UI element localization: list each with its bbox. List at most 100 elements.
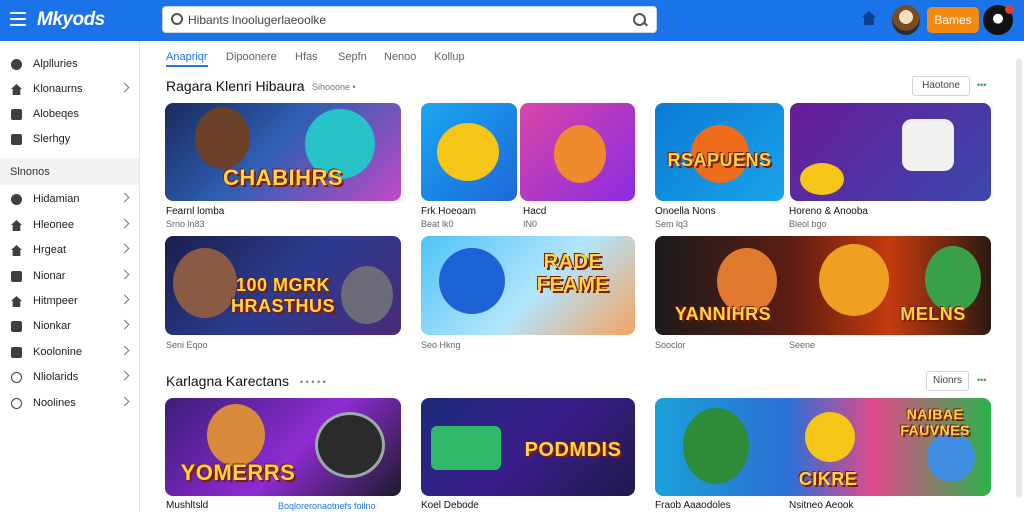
game-card[interactable] (421, 103, 517, 201)
section-button[interactable]: Nionrs (926, 371, 969, 391)
sidebar-item[interactable]: Alplluries (0, 54, 140, 76)
search-icon[interactable] (633, 13, 646, 26)
board-art (431, 426, 501, 470)
sidebar-item[interactable]: Noolines (0, 393, 140, 415)
helmet-art (315, 412, 385, 478)
chevron-right-icon (119, 319, 130, 330)
card-meta: Beat lk0 (421, 219, 454, 229)
tab[interactable]: Anapriqr (166, 51, 208, 63)
card-title[interactable]: Frk Hoeoam (421, 206, 476, 217)
card-title-art: YOMERRS (180, 460, 296, 485)
more-link[interactable]: ••• (977, 375, 986, 385)
hamburger-menu-icon[interactable] (10, 12, 26, 26)
card-title-art: PODMDIS (524, 439, 622, 461)
scrollbar[interactable] (1016, 58, 1022, 498)
game-card[interactable]: CIKRE NAIBAE FAUVNES (655, 398, 991, 496)
chevron-right-icon (119, 345, 130, 356)
card-title[interactable]: Hacd (523, 206, 546, 217)
sidebar-item[interactable]: Koolonine (0, 342, 140, 364)
chevron-right-icon (119, 243, 130, 254)
play-icon (439, 248, 505, 314)
card-title[interactable]: Seene (789, 340, 815, 350)
more-link[interactable]: ••• (977, 80, 986, 90)
sidebar: Alplluries Klonaurns Alobeqes Slerhgy Sl… (0, 41, 140, 512)
game-card[interactable]: CHABIHRS (165, 103, 401, 201)
circle-icon (11, 59, 22, 70)
sidebar-item-label: Koolonine (33, 346, 82, 358)
home-icon[interactable] (862, 11, 876, 25)
card-title-art: CIKRE (798, 469, 858, 489)
sidebar-item-label: Slerhgy (33, 133, 71, 145)
card-meta: Bleol bgo (789, 219, 827, 229)
chevron-right-icon (119, 218, 130, 229)
character-art (195, 107, 250, 169)
sidebar-item[interactable]: Hitmpeer (0, 291, 140, 313)
card-title[interactable]: Seo Hkng (421, 340, 461, 350)
card-title-art: MELNS (900, 304, 966, 324)
game-card[interactable]: RADE FEAME (421, 236, 635, 335)
card-title[interactable]: Horeno & Anooba (789, 206, 868, 217)
card-title[interactable]: Nsitneo Aeook (789, 500, 854, 511)
card-title[interactable]: Mushltsld (166, 500, 208, 511)
sidebar-item-label: Nionar (33, 270, 66, 282)
card-title[interactable]: Fraob Aaaodoles (655, 500, 731, 511)
character-art (805, 412, 855, 462)
search-bar[interactable]: Hibants lnoolugerlaeoolke (162, 6, 657, 33)
active-tab-indicator (166, 65, 208, 67)
character-art (800, 163, 844, 195)
tab[interactable]: Dipoonere (226, 51, 277, 63)
home-icon (11, 220, 22, 231)
card-title[interactable]: Seni Eqoo (166, 340, 208, 350)
character-art (925, 246, 981, 312)
avatar[interactable] (892, 5, 920, 35)
chevron-right-icon (119, 370, 130, 381)
sidebar-item-label: Hidamian (33, 193, 80, 205)
sidebar-item[interactable]: Alobeqes (0, 104, 140, 126)
sidebar-item[interactable]: Hrgeat (0, 240, 140, 262)
card-title[interactable]: Sooclor (655, 340, 686, 350)
profile-avatar[interactable] (983, 5, 1014, 35)
card-title-art: CHABIHRS (222, 165, 344, 190)
ring-icon (11, 398, 22, 409)
character-art (437, 123, 499, 181)
character-art (683, 408, 749, 484)
game-card[interactable]: 100 MGRK HRASTHUS (165, 236, 401, 335)
home-icon (11, 84, 22, 95)
tab[interactable]: Hfas (295, 51, 318, 63)
sidebar-item[interactable]: Hidamian (0, 189, 140, 211)
game-card[interactable]: PODMDIS (421, 398, 635, 496)
cta-button[interactable]: Bames (927, 7, 979, 33)
tab[interactable]: Kollup (434, 51, 465, 63)
section-label: Slnonos (10, 166, 50, 178)
card-link[interactable]: Boqloreronaotnefs foilno (278, 501, 376, 511)
section-subtitle: Sihooone • (312, 82, 356, 92)
tab[interactable]: Nenoo (384, 51, 416, 63)
card-title[interactable]: Fearnl lomba (166, 206, 224, 217)
square-icon (11, 321, 22, 332)
card-title[interactable]: Koel Debode (421, 500, 479, 511)
game-card[interactable] (790, 103, 991, 201)
app-logo[interactable]: Mkyods (37, 9, 105, 31)
sidebar-item[interactable]: Nliolarids (0, 367, 140, 389)
card-title-art: 100 MGRK HRASTHUS (230, 275, 335, 316)
section-button[interactable]: Haotone (912, 76, 970, 96)
card-title[interactable]: Onoella Nons (655, 206, 716, 217)
home-icon (11, 245, 22, 256)
game-card[interactable] (520, 103, 635, 201)
search-input[interactable]: Hibants lnoolugerlaeoolke (188, 13, 326, 27)
game-card[interactable]: YANNIHRS MELNS (655, 236, 991, 335)
character-art (341, 266, 393, 324)
square-icon (11, 134, 22, 145)
card-meta: Sem lq3 (655, 219, 689, 229)
game-card[interactable]: YOMERRS (165, 398, 401, 496)
section-subtitle: • • • • • (300, 377, 326, 387)
sidebar-item[interactable]: Nionar (0, 266, 140, 288)
square-icon (11, 109, 22, 120)
game-card[interactable]: RSAPUENS (655, 103, 784, 201)
notification-badge (1005, 5, 1014, 14)
tab[interactable]: Sepfn (338, 51, 367, 63)
sidebar-item[interactable]: Hleonee (0, 215, 140, 237)
sidebar-item[interactable]: Nionkar (0, 316, 140, 338)
sidebar-item[interactable]: Slerhgy (0, 129, 140, 151)
sidebar-item[interactable]: Klonaurns (0, 79, 140, 101)
